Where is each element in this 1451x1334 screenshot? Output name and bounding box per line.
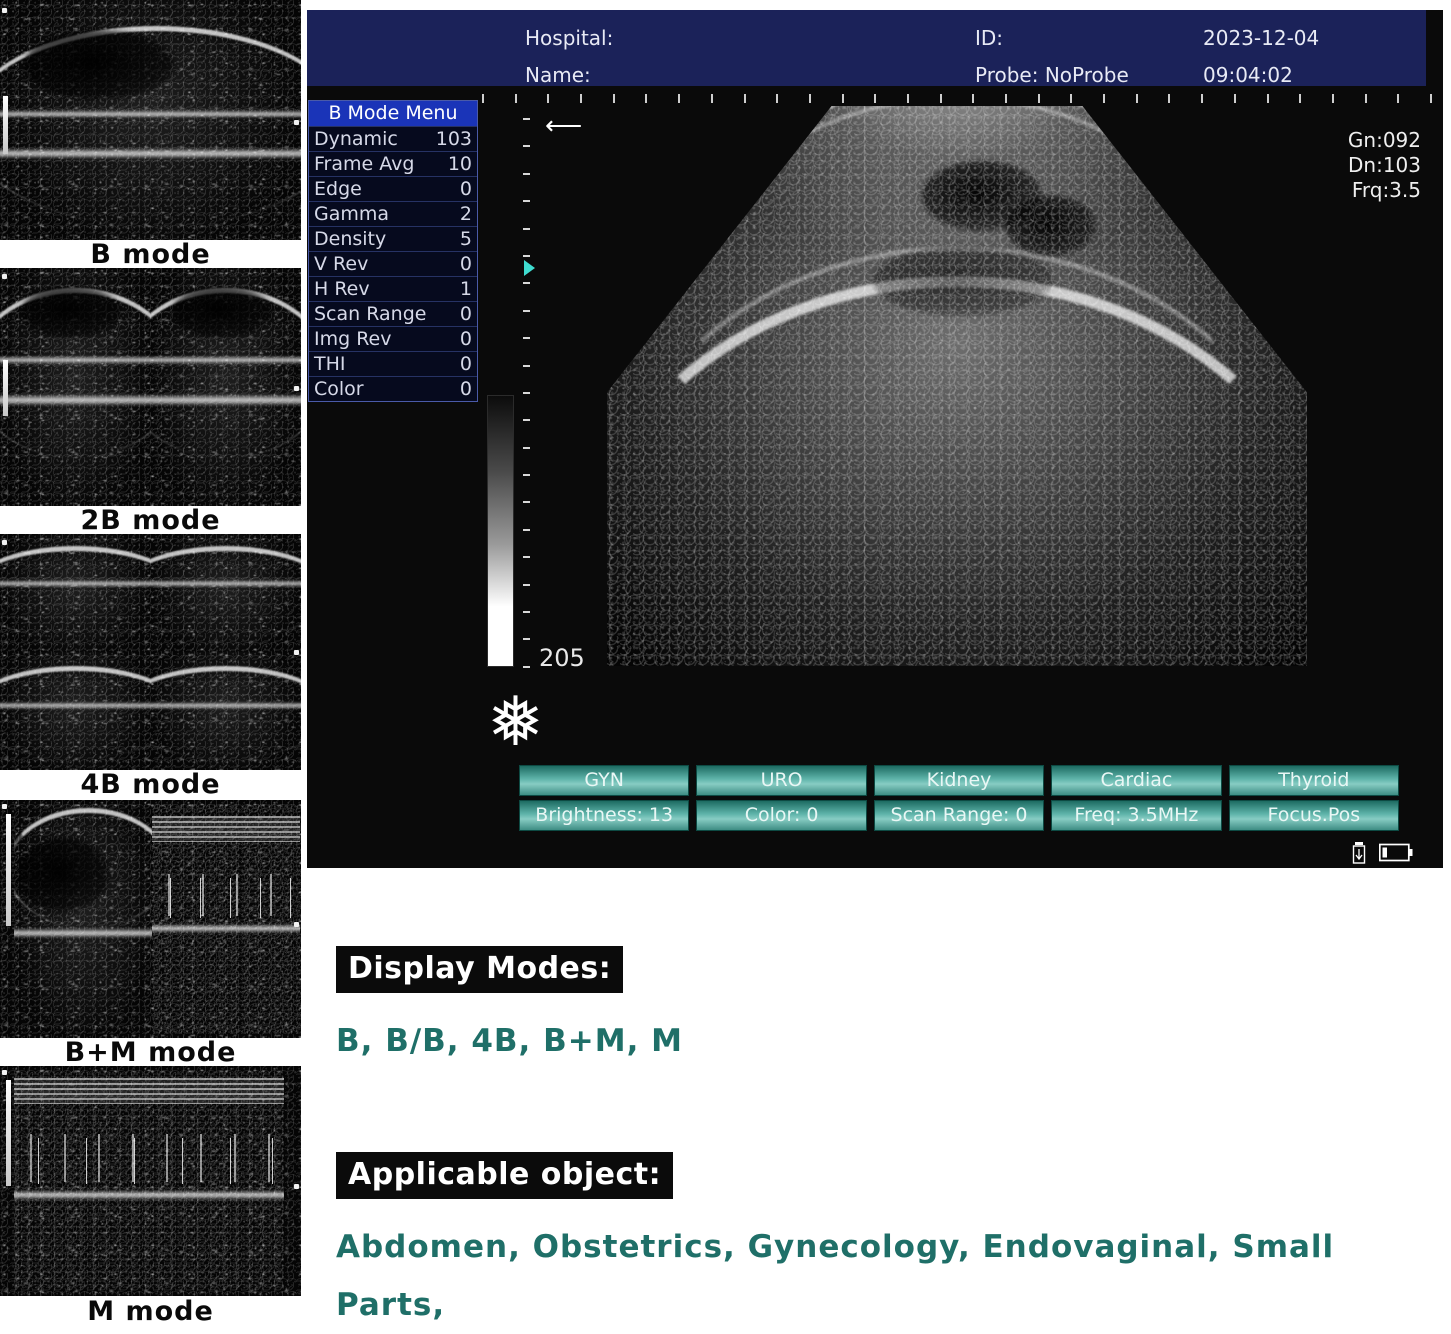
preset-button-thyroid[interactable]: Thyroid [1229, 765, 1399, 796]
menu-item-edge[interactable]: Edge 0 [309, 176, 477, 201]
frequency-value: Frq:3.5 [1348, 178, 1421, 203]
menu-item-frame-avg[interactable]: Frame Avg 10 [309, 151, 477, 176]
name-label: Name: [525, 63, 591, 87]
2b-mode-image [0, 268, 301, 506]
menu-value: 0 [460, 328, 472, 350]
preset-row: GYN URO Kidney Cardiac Thyroid [519, 765, 1399, 796]
menu-value: 10 [448, 153, 472, 175]
menu-label: Frame Avg [314, 153, 414, 175]
m-mode-caption: M mode [0, 1296, 301, 1328]
patient-header-bar: Hospital: Name: ID: Probe: NoProbe 2023-… [307, 10, 1426, 86]
menu-item-dynamic[interactable]: Dynamic 103 [309, 126, 477, 151]
bm-mode-caption: B+M mode [0, 1038, 301, 1068]
mode-thumbnail-column: B mode [0, 0, 301, 1334]
preset-button-gyn[interactable]: GYN [519, 765, 689, 796]
menu-value: 103 [436, 128, 472, 150]
probe-label: Probe: NoProbe [975, 63, 1129, 87]
menu-label: Img Rev [314, 328, 392, 350]
b-mode-caption: B mode [0, 240, 301, 270]
control-row: Brightness: 13 Color: 0 Scan Range: 0 Fr… [519, 800, 1399, 831]
menu-label: Color [314, 378, 364, 400]
display-modes-heading: Display Modes: [336, 946, 623, 993]
freeze-snowflake-icon[interactable]: ❅ [487, 686, 544, 758]
menu-label: V Rev [314, 253, 368, 275]
menu-label: Gamma [314, 203, 389, 225]
m-mode-image [0, 1066, 301, 1296]
menu-value: 0 [460, 378, 472, 400]
bm-mode-image [0, 800, 301, 1038]
control-button-frequency[interactable]: Freq: 3.5MHz [1051, 800, 1221, 831]
status-icon-tray [1351, 842, 1413, 864]
menu-item-v-rev[interactable]: V Rev 0 [309, 251, 477, 276]
date-label: 2023-12-04 [1203, 26, 1319, 50]
image-parameter-readout: Gn:092 Dn:103 Frq:3.5 [1348, 128, 1421, 203]
b-mode-menu-title: B Mode Menu [309, 101, 477, 126]
battery-icon [1379, 843, 1413, 863]
depth-tick-scale [522, 118, 530, 668]
4b-mode-image [0, 534, 301, 770]
thumbnail-bm-mode[interactable]: B+M mode [0, 800, 301, 1068]
menu-item-img-rev[interactable]: Img Rev 0 [309, 326, 477, 351]
menu-value: 0 [460, 178, 472, 200]
menu-label: Dynamic [314, 128, 398, 150]
menu-item-gamma[interactable]: Gamma 2 [309, 201, 477, 226]
preset-button-kidney[interactable]: Kidney [874, 765, 1044, 796]
menu-item-density[interactable]: Density 5 [309, 226, 477, 251]
patient-id-label: ID: [975, 26, 1003, 50]
2b-mode-caption: 2B mode [0, 506, 301, 536]
b-mode-image [0, 0, 301, 240]
menu-value: 2 [460, 203, 472, 225]
thumbnail-2b-mode[interactable]: 2B mode [0, 268, 301, 536]
menu-label: Scan Range [314, 303, 426, 325]
thumbnail-b-mode[interactable]: B mode [0, 0, 301, 270]
menu-value: 0 [460, 253, 472, 275]
display-modes-list: B, B/B, 4B, B+M, M [336, 1012, 1436, 1070]
control-button-focus-pos[interactable]: Focus.Pos [1229, 800, 1399, 831]
time-label: 09:04:02 [1203, 63, 1293, 87]
menu-label: Edge [314, 178, 362, 200]
menu-label: Density [314, 228, 386, 250]
thumbnail-m-mode[interactable]: M mode [0, 1066, 301, 1328]
control-button-brightness[interactable]: Brightness: 13 [519, 800, 689, 831]
preset-control-grid: GYN URO Kidney Cardiac Thyroid Brightnes… [519, 765, 1399, 831]
applicable-object-line-1: Abdomen, Obstetrics, Gynecology, Endovag… [336, 1218, 1436, 1334]
usb-icon [1351, 842, 1367, 864]
menu-value: 0 [460, 303, 472, 325]
menu-value: 5 [460, 228, 472, 250]
menu-label: H Rev [314, 278, 370, 300]
b-mode-menu-panel[interactable]: B Mode Menu Dynamic 103 Frame Avg 10 Edg… [308, 100, 478, 402]
menu-value: 0 [460, 353, 472, 375]
menu-item-color[interactable]: Color 0 [309, 376, 477, 401]
page-root: B mode [0, 0, 1451, 1334]
control-button-scan-range[interactable]: Scan Range: 0 [874, 800, 1044, 831]
control-button-color[interactable]: Color: 0 [696, 800, 866, 831]
dynamic-range-value: Dn:103 [1348, 153, 1421, 178]
hospital-label: Hospital: [525, 26, 613, 50]
menu-label: THI [314, 353, 346, 375]
menu-item-scan-range[interactable]: Scan Range 0 [309, 301, 477, 326]
horizontal-ruler [482, 94, 1432, 104]
preset-button-uro[interactable]: URO [696, 765, 866, 796]
thumbnail-4b-mode[interactable]: 4B mode [0, 534, 301, 800]
specification-info-panel: Display Modes: B, B/B, 4B, B+M, M Applic… [336, 946, 1436, 1334]
arrow-left-icon: ⟵ [545, 115, 571, 137]
applicable-object-heading: Applicable object: [336, 1152, 673, 1199]
ultrasound-device-screen: Hospital: Name: ID: Probe: NoProbe 2023-… [307, 10, 1443, 868]
preset-button-cardiac[interactable]: Cardiac [1051, 765, 1221, 796]
menu-value: 1 [460, 278, 472, 300]
menu-item-h-rev[interactable]: H Rev 1 [309, 276, 477, 301]
menu-item-thi[interactable]: THI 0 [309, 351, 477, 376]
4b-mode-caption: 4B mode [0, 770, 301, 800]
main-ultrasound-image[interactable] [607, 106, 1307, 666]
focus-position-marker[interactable] [524, 260, 535, 276]
depth-scale-value: 205 [539, 644, 585, 672]
gain-value: Gn:092 [1348, 128, 1421, 153]
grayscale-reference-bar [487, 395, 514, 667]
